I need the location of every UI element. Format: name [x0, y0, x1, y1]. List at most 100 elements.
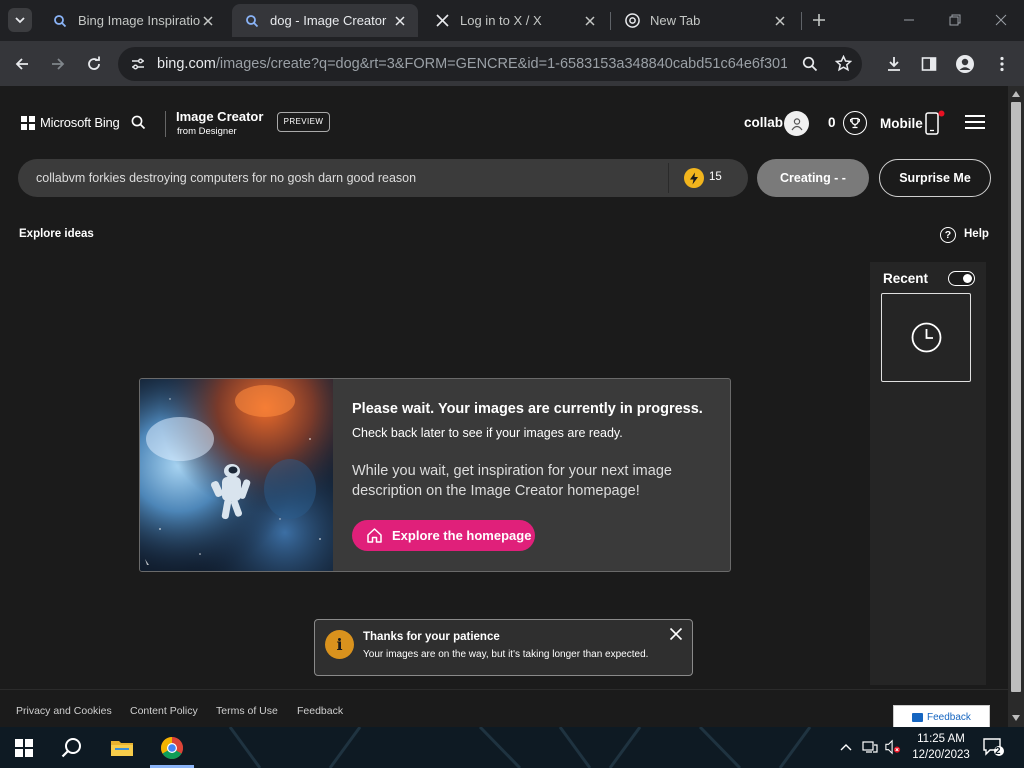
- folder-icon: [111, 740, 133, 756]
- help-icon[interactable]: ?: [940, 227, 956, 243]
- zoom-search-icon[interactable]: [802, 56, 818, 77]
- boost-count[interactable]: 15: [709, 171, 722, 183]
- notification-count: 2: [995, 746, 1001, 757]
- toast-message: Your images are on the way, but it's tak…: [363, 649, 649, 660]
- scroll-down-icon[interactable]: [1012, 715, 1020, 721]
- clock-time: 11:25 AM: [917, 733, 965, 745]
- browser-tab-strip: Bing Image Inspiration dog - Image Creat…: [0, 0, 1024, 41]
- kebab-menu-icon: [1000, 56, 1004, 72]
- rewards-count[interactable]: 0: [828, 115, 836, 130]
- site-info-icon[interactable]: [130, 56, 146, 77]
- scrollbar-thumb[interactable]: [1011, 102, 1021, 692]
- footer-link-feedback[interactable]: Feedback: [297, 705, 343, 717]
- scroll-up-icon[interactable]: [1012, 91, 1020, 97]
- start-button[interactable]: [0, 727, 48, 768]
- reload-button[interactable]: [81, 51, 107, 77]
- side-panel-button[interactable]: [916, 51, 942, 77]
- forward-arrow-icon: [52, 58, 65, 70]
- bookmark-star-icon[interactable]: [834, 54, 853, 77]
- tab-separator: [801, 12, 802, 30]
- close-icon[interactable]: [392, 13, 408, 29]
- recent-toggle[interactable]: [948, 271, 975, 286]
- windows-taskbar: 11:25 AM 12/20/2023 2: [0, 727, 1024, 768]
- close-icon[interactable]: [772, 13, 788, 29]
- prompt-divider: [668, 163, 669, 193]
- tab-separator: [610, 12, 611, 30]
- address-bar[interactable]: bing.com/images/create?q=dog&rt=3&FORM=G…: [118, 47, 862, 81]
- boost-lightning-icon[interactable]: [684, 168, 704, 188]
- volume-muted-icon[interactable]: [885, 739, 901, 755]
- tab-search-button[interactable]: [8, 8, 32, 32]
- preview-badge: PREVIEW: [277, 112, 330, 132]
- mobile-link[interactable]: Mobile: [880, 116, 923, 131]
- new-tab-button[interactable]: [807, 8, 831, 32]
- downloads-button[interactable]: [881, 51, 907, 77]
- network-icon[interactable]: [862, 739, 878, 755]
- tab-image-creator[interactable]: dog - Image Creator from Designer: [232, 4, 418, 37]
- taskbar-chrome[interactable]: [148, 727, 196, 768]
- product-title[interactable]: Image Creator: [176, 109, 263, 124]
- forward-button[interactable]: [45, 51, 71, 77]
- tab-title: Bing Image Inspiration: [78, 13, 200, 28]
- chevron-down-icon: [15, 17, 25, 24]
- microsoft-logo-icon[interactable]: [21, 116, 35, 130]
- restore-button[interactable]: [943, 8, 967, 32]
- brand-name[interactable]: Microsoft Bing: [40, 115, 120, 130]
- tab-new-tab[interactable]: New Tab: [612, 4, 798, 37]
- close-icon[interactable]: [582, 13, 598, 29]
- url-path: /images/create?q=dog&rt=3&FORM=GENCRE&id…: [215, 56, 787, 72]
- prompt-text[interactable]: collabvm forkies destroying computers fo…: [36, 171, 416, 185]
- show-hidden-icons[interactable]: [838, 739, 854, 755]
- profile-button[interactable]: [952, 51, 978, 77]
- feedback-button-label: Feedback: [927, 712, 971, 723]
- explore-ideas-link[interactable]: Explore ideas: [19, 228, 94, 240]
- footer-link-privacy[interactable]: Privacy and Cookies: [16, 705, 112, 717]
- progress-subtitle: Check back later to see if your images a…: [352, 426, 623, 440]
- tab-title: New Tab: [650, 13, 701, 28]
- back-button[interactable]: [9, 51, 35, 77]
- footer-link-content-policy[interactable]: Content Policy: [130, 705, 198, 717]
- page-footer: Privacy and Cookies Content Policy Terms…: [0, 689, 1008, 727]
- minimize-button[interactable]: [897, 8, 921, 32]
- search-icon: [61, 737, 81, 757]
- download-icon: [888, 57, 900, 71]
- taskbar-file-explorer[interactable]: [98, 727, 146, 768]
- mobile-phone-icon[interactable]: [925, 110, 947, 141]
- browser-toolbar: bing.com/images/create?q=dog&rt=3&FORM=G…: [0, 41, 1024, 86]
- bing-header: Microsoft Bing Image Creator from Design…: [0, 86, 1008, 156]
- tab-title: Log in to X / X: [460, 13, 542, 28]
- plus-icon: [813, 14, 825, 26]
- rewards-trophy-icon[interactable]: [843, 111, 867, 135]
- minimize-icon: [904, 19, 914, 21]
- search-icon[interactable]: [131, 115, 146, 135]
- footer-link-terms[interactable]: Terms of Use: [216, 705, 278, 717]
- taskbar-search-button[interactable]: [48, 727, 96, 768]
- recent-item-pending[interactable]: [881, 293, 971, 382]
- progress-body: While you wait, get inspiration for your…: [352, 463, 672, 499]
- page-scrollbar[interactable]: [1008, 86, 1024, 727]
- chrome-menu-button[interactable]: [989, 51, 1015, 77]
- explore-homepage-button[interactable]: Explore the homepage: [352, 520, 535, 551]
- create-button[interactable]: Creating - -: [757, 159, 869, 197]
- avatar[interactable]: [784, 111, 809, 136]
- back-arrow-icon: [15, 58, 28, 70]
- surprise-me-button[interactable]: Surprise Me: [879, 159, 991, 197]
- reload-icon: [88, 56, 100, 70]
- chrome-icon: [161, 736, 183, 759]
- close-icon[interactable]: [669, 627, 685, 643]
- feedback-button[interactable]: Feedback: [893, 705, 990, 727]
- notification-center-icon[interactable]: [983, 738, 1005, 756]
- window-close-button[interactable]: [989, 8, 1013, 32]
- search-icon: [244, 13, 260, 29]
- close-icon[interactable]: [200, 13, 216, 29]
- hamburger-menu-icon[interactable]: [965, 115, 985, 131]
- clock-icon: [911, 322, 941, 353]
- help-link[interactable]: Help: [964, 228, 989, 240]
- user-name[interactable]: collab: [744, 115, 783, 130]
- tab-bing-image-inspiration[interactable]: Bing Image Inspiration: [40, 4, 226, 37]
- tab-x-login[interactable]: Log in to X / X: [422, 4, 608, 37]
- clock[interactable]: 11:25 AM 12/20/2023: [910, 731, 972, 763]
- user-icon: [791, 117, 802, 130]
- prompt-input[interactable]: collabvm forkies destroying computers fo…: [18, 159, 748, 197]
- page-content: Microsoft Bing Image Creator from Design…: [0, 86, 1008, 727]
